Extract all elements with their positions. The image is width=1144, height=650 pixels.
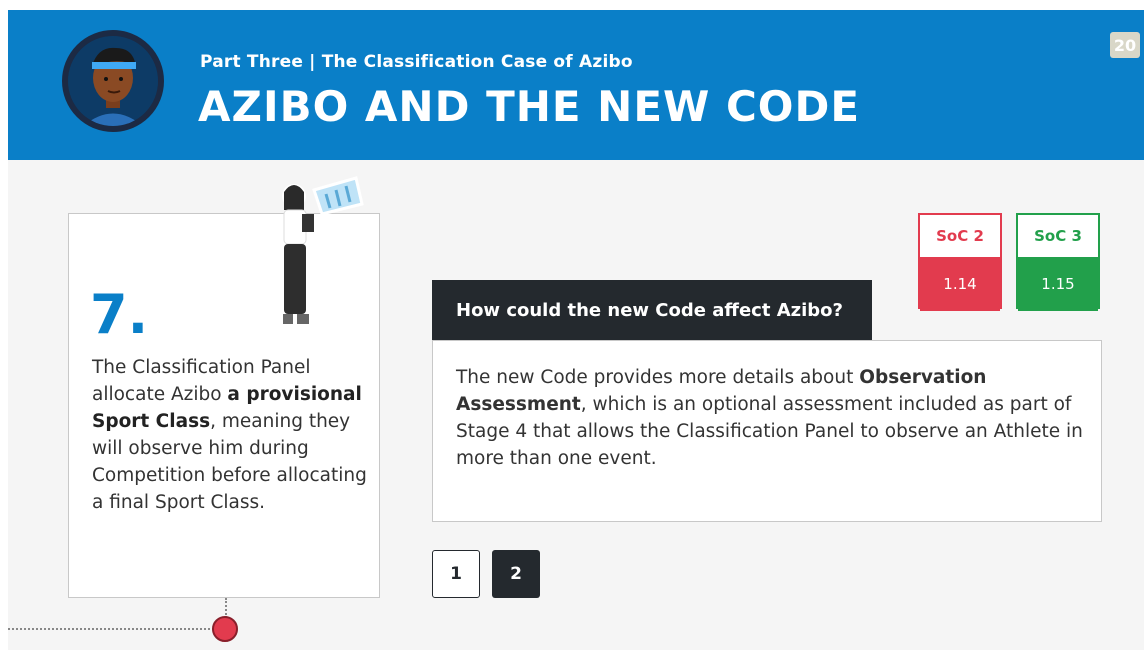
soc-3-box: SoC 3 1.15: [1016, 213, 1100, 311]
soc-2-box: SoC 2 1.14: [918, 213, 1002, 311]
soc-2-value: 1.14: [920, 257, 1000, 311]
timeline-connector: [225, 598, 227, 618]
page-1-button[interactable]: 1: [432, 550, 480, 598]
page-title: AZIBO AND THE NEW CODE: [198, 82, 861, 131]
azibo-portrait-icon: [68, 36, 158, 126]
step-number: 7.: [90, 283, 149, 346]
header-subtitle: Part Three | The Classification Case of …: [200, 52, 633, 72]
question-header: How could the new Code affect Azibo?: [432, 280, 872, 340]
soc-2-label: SoC 2: [920, 215, 1000, 257]
answer-text-part1: The new Code provides more details about: [456, 367, 860, 388]
answer-text: The new Code provides more details about…: [456, 364, 1086, 472]
azibo-avatar: [62, 30, 164, 132]
page-number-badge: 20: [1110, 32, 1140, 58]
page-2-button[interactable]: 2: [492, 550, 540, 598]
timeline-line: [8, 628, 218, 630]
soc-3-label: SoC 3: [1018, 215, 1098, 257]
timeline-dot[interactable]: [212, 616, 238, 642]
step-description: The Classification Panel allocate Azibo …: [92, 354, 374, 516]
woman-tablet-illustration-icon: [282, 176, 364, 324]
soc-3-value: 1.15: [1018, 257, 1098, 311]
